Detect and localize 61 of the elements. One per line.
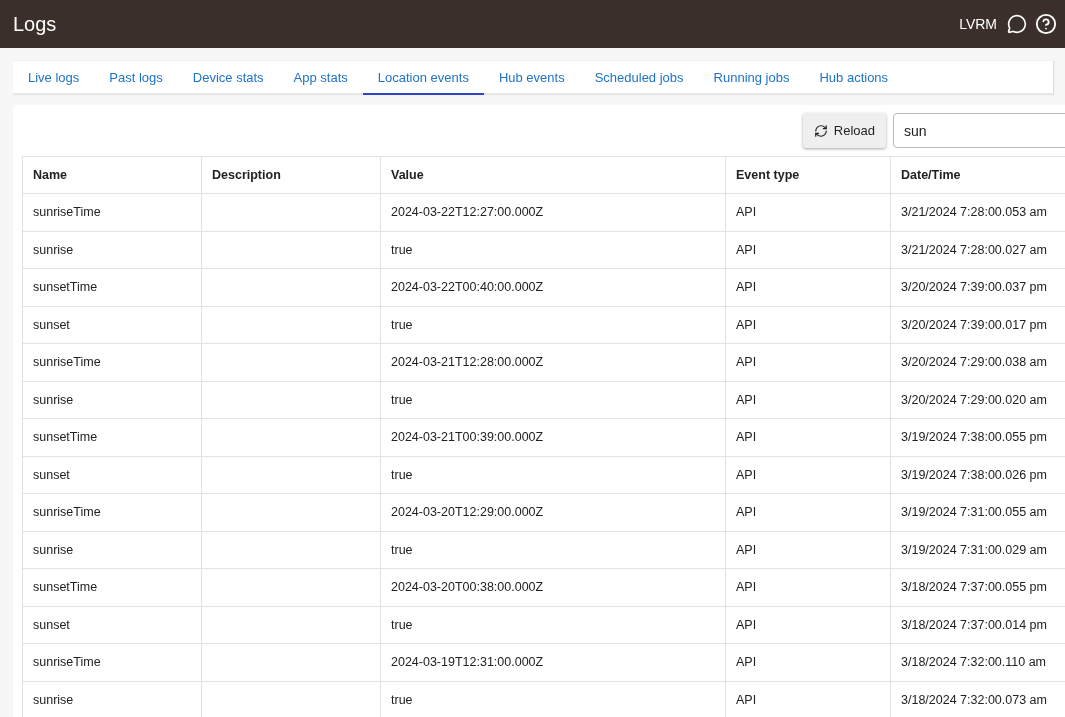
tab[interactable]: Hub actions [804, 61, 904, 95]
help-icon[interactable] [1035, 13, 1057, 35]
table-cell: sunsetTime [22, 268, 202, 306]
tab[interactable]: Hub events [483, 61, 580, 95]
table-cell: true [380, 456, 726, 494]
table-cell: API [725, 418, 891, 456]
table-cell: sunriseTime [22, 493, 202, 531]
table-cell: sunsetTime [22, 568, 202, 606]
table-cell: 2024-03-21T12:28:00.000Z [380, 343, 726, 381]
reload-button[interactable]: Reload [802, 113, 886, 148]
tab[interactable]: Past logs [94, 61, 178, 95]
chat-bubble-icon[interactable] [1007, 14, 1027, 34]
tab[interactable]: Running jobs [698, 61, 805, 95]
table-cell: 2024-03-20T00:38:00.000Z [380, 568, 726, 606]
table-cell: sunrise [22, 231, 202, 269]
table-cell: API [725, 493, 891, 531]
search-field[interactable]: sun [893, 113, 1065, 148]
table-cell: API [725, 381, 891, 419]
tab[interactable]: Location events [362, 61, 484, 95]
table-cell: API [725, 456, 891, 494]
table-cell: 2024-03-20T12:29:00.000Z [380, 493, 726, 531]
table-cell: sunset [22, 306, 202, 344]
column-header: Value [380, 156, 726, 194]
tab[interactable]: Live logs [13, 61, 95, 95]
tab[interactable]: Device stats [177, 61, 279, 95]
table-cell: true [380, 531, 726, 569]
column-header: Date/Time [890, 156, 1065, 194]
page-title: Logs [13, 12, 58, 36]
table-cell: API [725, 531, 891, 569]
column-header: Name [22, 156, 202, 194]
table-cell: API [725, 568, 891, 606]
table-cell: API [725, 606, 891, 644]
table-cell: API [725, 643, 891, 681]
table-cell: sunrise [22, 681, 202, 717]
table-cell: API [725, 231, 891, 269]
table-cell: true [380, 606, 726, 644]
column-header: Description [201, 156, 381, 194]
table-cell: sunset [22, 456, 202, 494]
table-cell: sunrise [22, 531, 202, 569]
table-cell: API [725, 193, 891, 231]
refresh-icon [813, 123, 828, 138]
table-cell: 2024-03-22T00:40:00.000Z [380, 268, 726, 306]
table-cell: sunriseTime [22, 343, 202, 381]
table-cell: 2024-03-22T12:27:00.000Z [380, 193, 726, 231]
table-cell: 2024-03-19T12:31:00.000Z [380, 643, 726, 681]
table-cell: API [725, 306, 891, 344]
table-cell: true [380, 381, 726, 419]
column-header: Event type [725, 156, 891, 194]
table-cell: sunrise [22, 381, 202, 419]
user-name: LVRM [959, 16, 997, 32]
table-cell: sunsetTime [22, 418, 202, 456]
table-cell: API [725, 343, 891, 381]
table-cell: true [380, 306, 726, 344]
table-cell: API [725, 268, 891, 306]
table-cell: sunriseTime [22, 193, 202, 231]
table-cell: sunset [22, 606, 202, 644]
tab[interactable]: App stats [278, 61, 363, 95]
table-cell: true [380, 231, 726, 269]
table-cell: 2024-03-21T00:39:00.000Z [380, 418, 726, 456]
table-cell: sunriseTime [22, 643, 202, 681]
tab[interactable]: Scheduled jobs [579, 61, 699, 95]
